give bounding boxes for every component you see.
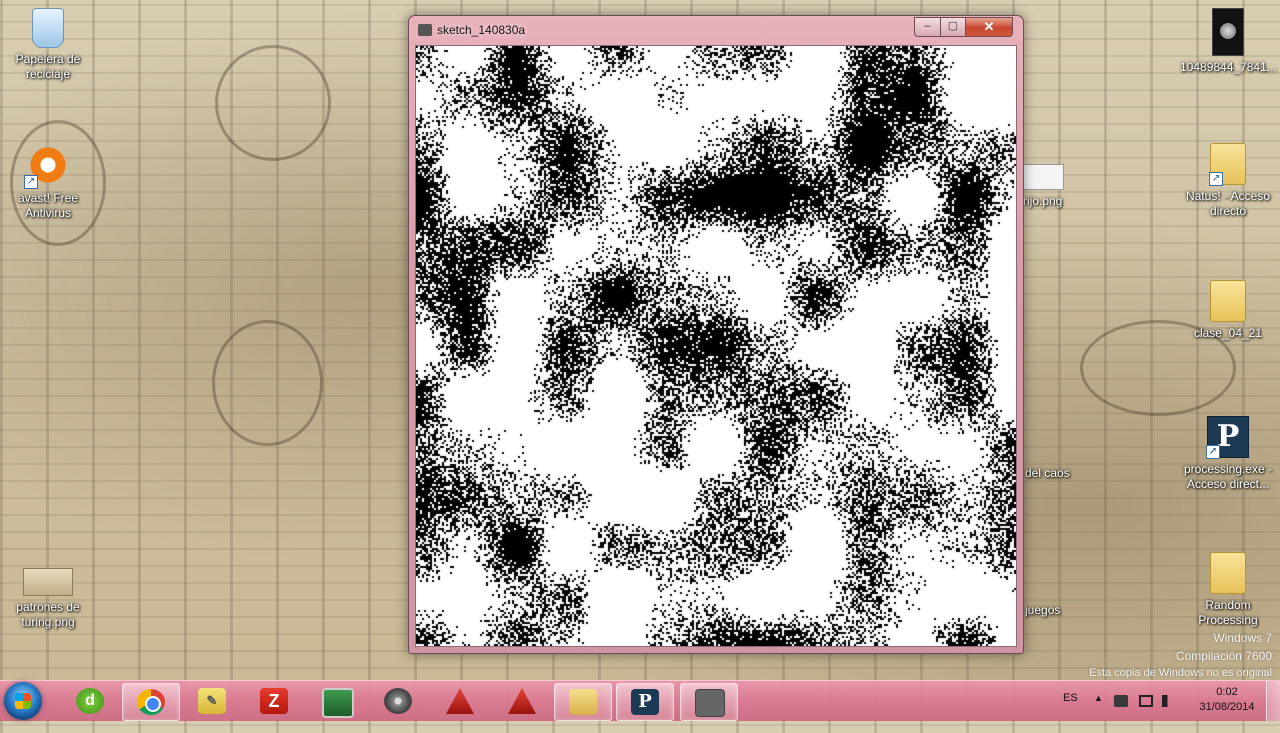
start-button[interactable] [4, 682, 42, 720]
app-icon [418, 24, 432, 36]
watermark-line-2: Compilación 7600 [1175, 649, 1272, 663]
sketch-canvas[interactable] [415, 45, 1017, 647]
folder-icon [569, 689, 597, 715]
wallpaper-ring [215, 45, 331, 161]
show-hidden-icons-button[interactable]: ▲ [1094, 693, 1103, 733]
taskbar-autocad-2[interactable] [494, 683, 550, 719]
desktop-icon-clase-04-21[interactable]: clase_04_21 [1180, 280, 1276, 341]
shortcut-arrow-icon: ↗ [1209, 172, 1223, 186]
avast-icon: ↗ [24, 143, 70, 189]
disc-icon [384, 688, 412, 714]
taskbar-monitor[interactable] [308, 683, 364, 719]
taskbar-filezilla[interactable]: Z [246, 683, 302, 719]
recycle-bin-icon [32, 8, 64, 48]
taskbar: d ✎ Z P ES ▲ 0:02 31/08/2014 [0, 680, 1280, 721]
desktop-icon-recycle-bin[interactable]: Papelera de reciclaje [6, 8, 90, 82]
shortcut-arrow-icon: ↗ [1206, 445, 1220, 459]
desktop-icon-image-10489844[interactable]: 10489844_7841... [1180, 8, 1277, 75]
folder-icon [1210, 552, 1246, 594]
taskbar-explorer[interactable] [554, 683, 612, 721]
language-indicator[interactable]: ES [1063, 692, 1078, 732]
maximize-button[interactable]: ▢ [940, 17, 966, 37]
desktop-icon-label: clase_04_21 [1193, 326, 1263, 340]
taskbar-autocad-1[interactable] [432, 683, 488, 719]
folder-icon [1210, 280, 1246, 322]
taskbar-sticky-notes[interactable]: ✎ [184, 683, 240, 719]
desktop-icon-label: processing.exe - Acceso direct... [1183, 462, 1273, 491]
taskbar-dreamweaver[interactable]: d [62, 683, 118, 719]
image-file-icon [1022, 164, 1064, 190]
desktop-icon-label: 10489844_7841... [1180, 60, 1277, 74]
clock-date: 31/08/2014 [1199, 701, 1255, 713]
monitor-icon [322, 688, 354, 718]
desktop-icon-label: Papelera de reciclaje [15, 52, 81, 81]
window-title: sketch_140830a [437, 23, 526, 37]
desktop-icon-turing-png[interactable]: patrones de turing.png [6, 554, 90, 630]
wallpaper-ring [212, 320, 323, 446]
desktop-icon-label: patrones de turing.png [16, 600, 80, 629]
desktop-icon-label: avast! Free Antivirus [17, 191, 79, 220]
filezilla-icon: Z [260, 688, 288, 714]
chrome-icon [137, 689, 165, 715]
sticky-notes-icon: ✎ [198, 688, 226, 714]
autocad-icon [508, 688, 536, 714]
sketch-window[interactable]: sketch_140830a ‒ ▢ ✕ [408, 15, 1024, 654]
desktop-icon-processing-exe[interactable]: P ↗ processing.exe - Acceso direct... [1180, 416, 1276, 492]
taskbar-processing[interactable]: P [616, 683, 674, 721]
windows-flag-icon [15, 693, 31, 709]
desktop-icon-label: Natus! - Acceso directo [1185, 189, 1271, 218]
sketch-app-icon [695, 689, 725, 717]
fractal-canvas [416, 46, 1016, 646]
desktop-icon-natus[interactable]: ↗ Natus! - Acceso directo [1180, 143, 1276, 219]
folder-shortcut-icon: ↗ [1209, 143, 1246, 186]
desktop-icon-random-processing[interactable]: Random Processing [1180, 552, 1276, 628]
desktop-icon-avast[interactable]: ↗ avast! Free Antivirus [6, 143, 90, 221]
image-file-icon [1212, 8, 1244, 56]
clock-time: 0:02 [1216, 686, 1238, 698]
action-center-icon[interactable] [1139, 695, 1153, 707]
taskbar-sketch[interactable] [680, 683, 738, 721]
watermark-line-3: Esta copia de Windows no es original [1089, 667, 1272, 679]
system-clock[interactable]: 0:02 31/08/2014 [1196, 685, 1258, 715]
minimize-button[interactable]: ‒ [914, 17, 941, 37]
dreamweaver-icon: d [76, 688, 104, 714]
watermark-line-1: Windows 7 [1213, 631, 1272, 645]
processing-icon: P ↗ [1206, 416, 1249, 459]
desktop-icon-label: Random Processing [1198, 598, 1258, 627]
shortcut-arrow-icon: ↗ [24, 175, 38, 189]
volume-icon[interactable] [1162, 695, 1176, 707]
autocad-icon [446, 688, 474, 714]
network-status-icon[interactable] [1114, 695, 1128, 707]
processing-icon: P [631, 689, 659, 715]
window-titlebar[interactable]: sketch_140830a ‒ ▢ ✕ [409, 16, 1023, 44]
taskbar-disc[interactable] [370, 683, 426, 719]
close-button[interactable]: ✕ [965, 17, 1013, 37]
image-file-icon [23, 568, 73, 596]
taskbar-chrome[interactable] [122, 683, 180, 721]
show-desktop-button[interactable] [1266, 681, 1280, 721]
